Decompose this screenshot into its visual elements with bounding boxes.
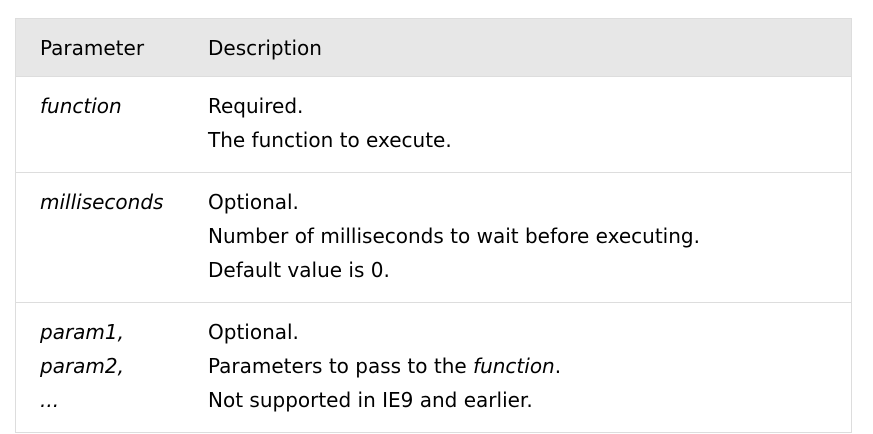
param-name: milliseconds (40, 190, 164, 214)
table-row: milliseconds Optional. Number of millise… (15, 173, 852, 303)
description-line: Not supported in IE9 and earlier. (208, 388, 533, 412)
param-name: ... (40, 388, 60, 412)
description-cell: Required. The function to execute. (208, 77, 852, 173)
header-row: Parameter Description (15, 18, 852, 77)
description-line: Number of milliseconds to wait before ex… (208, 224, 700, 248)
table-row: param1, param2, ... Optional. Parameters… (16, 303, 852, 433)
param-cell: function (16, 77, 209, 173)
table-body: function Required. The function to execu… (15, 77, 852, 433)
description-text: Parameters to pass to the (208, 354, 474, 378)
description-line: Parameters to pass to the function. (208, 349, 851, 383)
param-name: param2, (40, 354, 124, 378)
param-name: param1, (40, 320, 124, 344)
description-cell: Optional. Parameters to pass to the func… (208, 303, 852, 433)
header-parameter: Parameter (15, 18, 208, 77)
description-line: Optional. (208, 190, 299, 214)
description-emphasis: function (473, 354, 555, 378)
description-line: Default value is 0. (208, 258, 390, 282)
param-cell: param1, param2, ... (16, 303, 209, 433)
parameters-table: Parameter Description function Required.… (15, 18, 852, 433)
table-row: function Required. The function to execu… (15, 77, 852, 173)
description-line: The function to execute. (208, 128, 452, 152)
description-suffix: . (554, 354, 562, 378)
description-line: Optional. (208, 320, 299, 344)
description-line: Required. (208, 94, 304, 118)
description-cell: Optional. Number of milliseconds to wait… (208, 173, 852, 303)
param-name: function (40, 94, 122, 118)
header-description: Description (208, 18, 852, 77)
table-header: Parameter Description (15, 18, 852, 77)
param-cell: milliseconds (16, 173, 209, 303)
